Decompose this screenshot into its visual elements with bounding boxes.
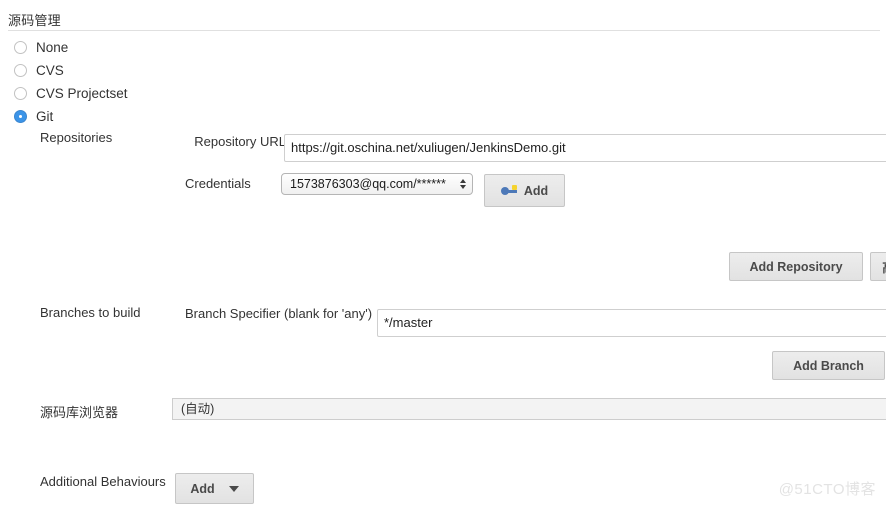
chevron-down-icon: [228, 485, 239, 492]
add-repository-button[interactable]: Add Repository: [729, 252, 863, 281]
branch-specifier-label: Branch Specifier (blank for 'any'): [185, 306, 373, 321]
credentials-label: Credentials: [185, 176, 251, 191]
scm-option-none[interactable]: None: [14, 38, 68, 56]
radio-cvs-projectset[interactable]: [14, 86, 27, 100]
stepper-arrows-icon: [459, 177, 466, 191]
repositories-group-label: Repositories: [40, 130, 113, 145]
radio-cvs[interactable]: [14, 63, 27, 77]
scm-option-cvs-projectset-label: CVS Projectset: [36, 85, 128, 101]
additional-behaviours-add-label: Add: [190, 481, 215, 496]
repository-url-label: Repository URL: [194, 134, 286, 149]
add-branch-label: Add Branch: [793, 358, 864, 373]
page-title: 源码管理: [8, 13, 61, 28]
additional-behaviours-label: Additional Behaviours: [40, 474, 166, 489]
scm-option-cvs-projectset[interactable]: CVS Projectset: [14, 84, 128, 102]
scm-option-none-label: None: [36, 39, 69, 55]
scm-option-cvs[interactable]: CVS: [14, 61, 64, 79]
scm-option-cvs-label: CVS: [36, 62, 64, 78]
additional-behaviours-add-button[interactable]: Add: [175, 473, 254, 504]
credentials-select-value: 1573876303@qq.com/******: [290, 177, 446, 191]
add-credentials-label: Add: [523, 183, 549, 198]
watermark: @51CTO博客: [778, 481, 876, 498]
scm-option-git[interactable]: Git: [14, 107, 53, 125]
repo-browser-label: 源码库浏览器: [40, 405, 119, 420]
repository-advanced-button[interactable]: 高级...: [870, 252, 886, 281]
credentials-select[interactable]: 1573876303@qq.com/******: [281, 173, 473, 195]
repository-advanced-label: 高级...: [882, 257, 886, 276]
add-repository-label: Add Repository: [749, 259, 843, 274]
branch-specifier-input[interactable]: */master: [377, 309, 886, 337]
repository-url-input[interactable]: https://git.oschina.net/xuliugen/Jenkins…: [284, 134, 886, 162]
radio-git[interactable]: [14, 109, 27, 123]
repo-browser-value: (自动): [181, 402, 215, 416]
radio-none[interactable]: [14, 40, 27, 54]
key-icon: [500, 184, 517, 197]
section-divider: [8, 30, 880, 31]
repo-browser-select[interactable]: (自动): [172, 398, 886, 420]
scm-option-git-label: Git: [36, 108, 54, 124]
add-credentials-button[interactable]: Add: [484, 174, 565, 207]
branches-group-label: Branches to build: [40, 305, 141, 320]
add-branch-button[interactable]: Add Branch: [772, 351, 885, 380]
